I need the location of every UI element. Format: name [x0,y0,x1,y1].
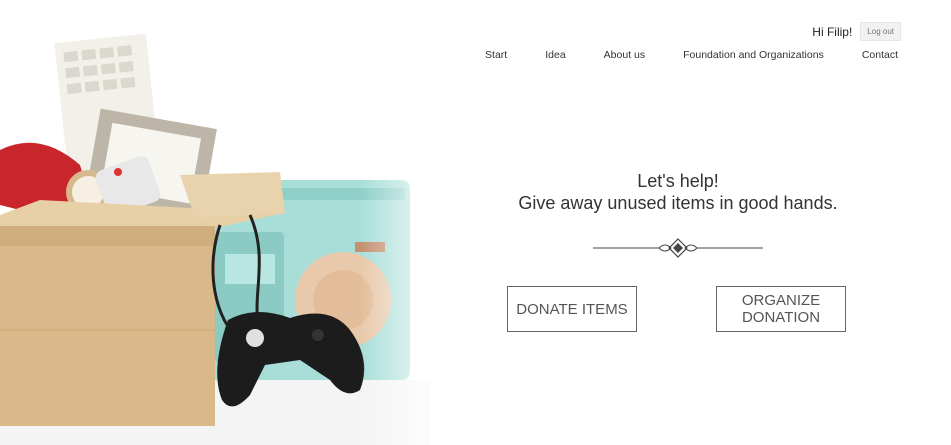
image-fade [360,0,450,445]
user-bar: Hi Filip! Log out [812,22,901,41]
logout-button[interactable]: Log out [860,22,901,41]
main-nav: Start Idea About us Foundation and Organ… [485,49,898,61]
hero-headline: Let's help! Give away unused items in go… [478,170,878,214]
donate-items-button[interactable]: DONATE ITEMS [507,286,637,332]
ornament-divider-icon [593,238,763,258]
nav-item-about-us[interactable]: About us [604,49,645,61]
nav-item-idea[interactable]: Idea [545,49,565,61]
nav-item-foundations[interactable]: Foundation and Organizations [683,49,824,61]
hero-headline-line1: Let's help! [637,171,719,191]
nav-item-start[interactable]: Start [485,49,507,61]
organize-donation-button[interactable]: ORGANIZE DONATION [716,286,846,332]
hero-headline-line2: Give away unused items in good hands. [518,193,838,213]
nav-item-contact[interactable]: Contact [862,49,898,61]
user-greeting: Hi Filip! [812,24,853,39]
